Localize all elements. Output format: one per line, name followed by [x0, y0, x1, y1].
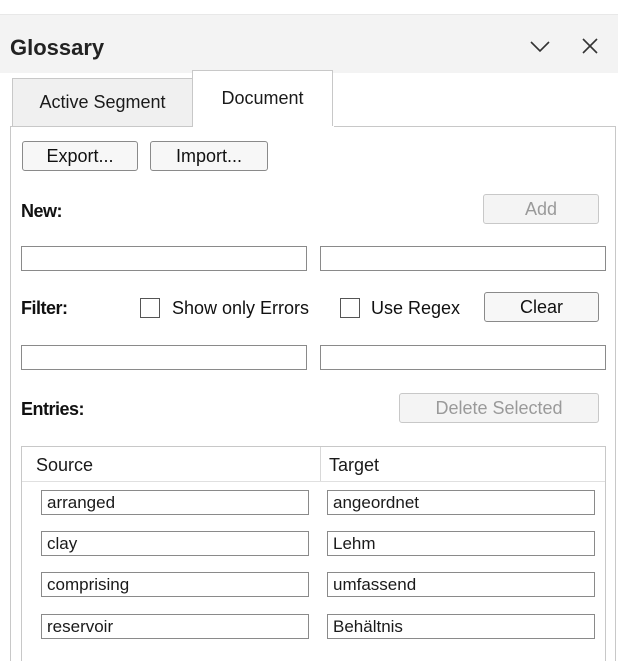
- filter-target-input[interactable]: [320, 345, 606, 370]
- table-row[interactable]: comprising umfassend: [22, 564, 605, 605]
- new-label: New:: [21, 201, 63, 221]
- close-icon[interactable]: [577, 33, 603, 59]
- source-cell[interactable]: comprising: [41, 572, 309, 597]
- use-regex-checkbox[interactable]: [340, 298, 360, 318]
- top-strip: [0, 0, 618, 15]
- column-header-target[interactable]: Target: [321, 447, 605, 481]
- table-header: Source Target: [22, 447, 605, 482]
- new-source-input[interactable]: [21, 246, 307, 271]
- target-cell[interactable]: angeordnet: [327, 490, 595, 515]
- import-button[interactable]: Import...: [150, 141, 268, 171]
- source-cell[interactable]: arranged: [41, 490, 309, 515]
- export-button[interactable]: Export...: [22, 141, 138, 171]
- source-cell[interactable]: reservoir: [41, 614, 309, 639]
- table-row[interactable]: clay Lehm: [22, 523, 605, 564]
- tab-document[interactable]: Document: [192, 70, 333, 126]
- entries-label: Entries:: [21, 399, 85, 419]
- filter-label: Filter:: [21, 298, 68, 318]
- show-only-errors-checkbox[interactable]: [140, 298, 160, 318]
- source-cell[interactable]: clay: [41, 531, 309, 556]
- target-cell[interactable]: Lehm: [327, 531, 595, 556]
- tab-active-segment[interactable]: Active Segment: [12, 78, 193, 126]
- delete-selected-button[interactable]: Delete Selected: [399, 393, 599, 423]
- chevron-down-icon[interactable]: [527, 33, 553, 59]
- add-button[interactable]: Add: [483, 194, 599, 224]
- clear-button[interactable]: Clear: [484, 292, 599, 322]
- column-header-source[interactable]: Source: [22, 447, 320, 481]
- target-cell[interactable]: umfassend: [327, 572, 595, 597]
- target-cell[interactable]: Behältnis: [327, 614, 595, 639]
- use-regex-label: Use Regex: [371, 298, 461, 318]
- new-target-input[interactable]: [320, 246, 606, 271]
- table-row[interactable]: reservoir Behältnis: [22, 606, 605, 647]
- show-only-errors-label: Show only Errors: [172, 298, 310, 318]
- filter-source-input[interactable]: [21, 345, 307, 370]
- tab-bar: Active Segment Document: [0, 70, 618, 126]
- panel-title: Glossary: [10, 35, 105, 60]
- table-row[interactable]: arranged angeordnet: [22, 482, 605, 523]
- entries-table: Source Target arranged angeordnet clay L…: [21, 446, 606, 661]
